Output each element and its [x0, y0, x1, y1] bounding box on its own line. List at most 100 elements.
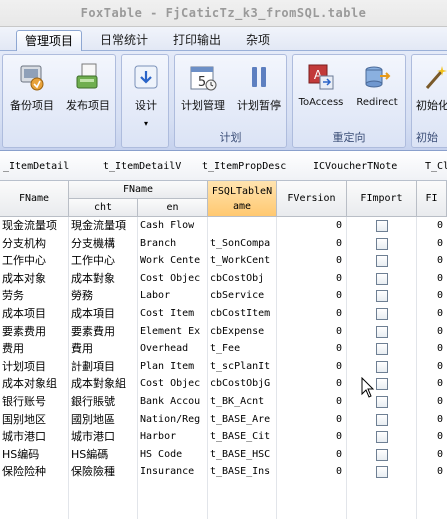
fimport-checkbox[interactable] [376, 448, 388, 461]
cell-fi[interactable]: 0 [417, 252, 447, 270]
cell-fname[interactable]: 现金流量项 [0, 217, 68, 235]
fimport-checkbox[interactable] [376, 431, 388, 444]
cell-fname[interactable]: 计划项目 [0, 358, 68, 376]
cell-fsqltablename[interactable]: t_BASE_Are [208, 411, 276, 429]
cell-fversion[interactable]: 0 [277, 375, 346, 393]
cell-fsqltablename[interactable]: t_scPlanIt [208, 358, 276, 376]
column-header-cht[interactable]: cht [69, 199, 138, 217]
cell-en[interactable]: Insurance [138, 463, 207, 481]
cell-fversion[interactable]: 0 [277, 428, 346, 446]
cell-fsqltablename[interactable]: t_SonCompa [208, 235, 276, 253]
fimport-checkbox[interactable] [376, 272, 388, 285]
cell-fi[interactable]: 0 [417, 235, 447, 253]
cell-en[interactable]: Cost Objec [138, 270, 207, 288]
fimport-checkbox[interactable] [376, 396, 388, 408]
cell-fi[interactable]: 0 [417, 393, 447, 411]
cell-en[interactable]: Harbor [138, 428, 207, 446]
cell-fname[interactable]: HS编码 [0, 446, 68, 464]
cell-en[interactable]: Bank Accou [138, 393, 207, 411]
table-row[interactable]: 成本项目 成本項目 Cost Item cbCostItem 0 0 [0, 305, 447, 323]
cell-cht[interactable]: 成本對象組 [69, 375, 137, 393]
table-tab-t-cl[interactable]: T_Cl [425, 161, 447, 172]
table-row[interactable]: 成本对象 成本對象 Cost Objec cbCostObj 0 0 [0, 270, 447, 288]
tab-daily-stats[interactable]: 日常统计 [92, 30, 156, 51]
cell-fname[interactable]: 劳务 [0, 287, 68, 305]
cell-en[interactable]: Overhead [138, 340, 207, 358]
plan-pause-button[interactable]: 计划暂停 [231, 59, 287, 125]
cell-fversion[interactable]: 0 [277, 446, 346, 464]
cell-fversion[interactable]: 0 [277, 411, 346, 429]
cell-en[interactable]: Work Cente [138, 252, 207, 270]
cell-fi[interactable]: 0 [417, 358, 447, 376]
cell-cht[interactable]: 國別地區 [69, 411, 137, 429]
cell-fsqltablename[interactable]: t_BASE_Ins [208, 463, 276, 481]
cell-en[interactable]: Cost Item [138, 305, 207, 323]
cell-fversion[interactable]: 0 [277, 463, 346, 481]
table-row[interactable]: 银行账号 銀行賬號 Bank Accou t_BK_Acnt 0 0 [0, 393, 447, 411]
cell-en[interactable]: Labor [138, 287, 207, 305]
cell-fversion[interactable]: 0 [277, 252, 346, 270]
fimport-checkbox[interactable] [376, 237, 388, 250]
table-row[interactable]: 国别地区 國別地區 Nation/Reg t_BASE_Are 0 0 [0, 411, 447, 429]
plan-manage-button[interactable]: 5 计划管理 [175, 59, 231, 125]
tab-misc[interactable]: 杂项 [238, 30, 278, 51]
fimport-checkbox[interactable] [376, 255, 388, 268]
cell-cht[interactable]: 城市港口 [69, 428, 137, 446]
cell-fname[interactable]: 成本项目 [0, 305, 68, 323]
cell-fi[interactable]: 0 [417, 340, 447, 358]
column-header-fname[interactable]: FName [0, 181, 69, 217]
cell-fname[interactable]: 要素费用 [0, 323, 68, 341]
fimport-checkbox[interactable] [376, 413, 388, 426]
cell-en[interactable]: Plan Item [138, 358, 207, 376]
cell-cht[interactable]: 費用 [69, 340, 137, 358]
cell-fsqltablename[interactable]: t_BK_Acnt [208, 393, 276, 411]
cell-fsqltablename[interactable]: cbCostItem [208, 305, 276, 323]
cell-fversion[interactable]: 0 [277, 358, 346, 376]
tab-manage-project[interactable]: 管理项目 [16, 30, 83, 51]
table-row[interactable]: 城市港口 城市港口 Harbor t_BASE_Cit 0 0 [0, 428, 447, 446]
cell-cht[interactable]: 現金流量項 [69, 217, 137, 235]
column-header-fimport[interactable]: FImport [347, 181, 417, 217]
table-tab-icvouchertnote[interactable]: ICVoucherTNote [313, 161, 397, 172]
cell-en[interactable]: Cash Flow [138, 217, 207, 235]
cell-fversion[interactable]: 0 [277, 323, 346, 341]
table-row[interactable]: 计划项目 計劃項目 Plan Item t_scPlanIt 0 0 [0, 358, 447, 376]
cell-fname[interactable]: 国别地区 [0, 411, 68, 429]
fimport-checkbox[interactable] [376, 308, 388, 320]
backup-project-button[interactable]: 备份项目 [4, 59, 60, 125]
table-row[interactable]: HS编码 HS編碼 HS Code t_BASE_HSC 0 0 [0, 446, 447, 464]
cell-cht[interactable]: 分支機構 [69, 235, 137, 253]
cell-en[interactable]: HS Code [138, 446, 207, 464]
table-row[interactable]: 现金流量项 現金流量項 Cash Flow 0 0 [0, 217, 447, 235]
cell-fsqltablename[interactable]: cbService [208, 287, 276, 305]
column-header-fversion[interactable]: FVersion [277, 181, 347, 217]
initialize-button[interactable]: 初始化 [412, 59, 447, 125]
fimport-checkbox[interactable] [376, 290, 388, 303]
table-row[interactable]: 保险险种 保險險種 Insurance t_BASE_Ins 0 0 [0, 463, 447, 481]
cell-cht[interactable]: 保險險種 [69, 463, 137, 481]
cell-fi[interactable]: 0 [417, 305, 447, 323]
cell-fversion[interactable]: 0 [277, 217, 346, 235]
column-header-fi[interactable]: FI [417, 181, 447, 217]
fimport-checkbox[interactable] [376, 325, 388, 338]
cell-fi[interactable]: 0 [417, 323, 447, 341]
cell-fname[interactable]: 成本对象 [0, 270, 68, 288]
cell-fi[interactable]: 0 [417, 446, 447, 464]
cell-fsqltablename[interactable] [208, 217, 276, 235]
cell-fsqltablename[interactable]: t_BASE_HSC [208, 446, 276, 464]
cell-fi[interactable]: 0 [417, 287, 447, 305]
cell-cht[interactable]: HS編碼 [69, 446, 137, 464]
cell-fsqltablename[interactable]: cbCostObj [208, 270, 276, 288]
fimport-checkbox[interactable] [376, 360, 388, 373]
cell-fversion[interactable]: 0 [277, 287, 346, 305]
cell-cht[interactable]: 要素費用 [69, 323, 137, 341]
cell-fi[interactable]: 0 [417, 411, 447, 429]
cell-fname[interactable]: 工作中心 [0, 252, 68, 270]
cell-cht[interactable]: 成本對象 [69, 270, 137, 288]
table-row[interactable]: 要素费用 要素費用 Element Ex cbExpense 0 0 [0, 323, 447, 341]
design-dropdown-button[interactable]: 设计 ▾ [118, 59, 174, 128]
cell-fsqltablename[interactable]: cbExpense [208, 323, 276, 341]
cell-en[interactable]: Element Ex [138, 323, 207, 341]
cell-fi[interactable]: 0 [417, 217, 447, 235]
cell-fversion[interactable]: 0 [277, 393, 346, 411]
